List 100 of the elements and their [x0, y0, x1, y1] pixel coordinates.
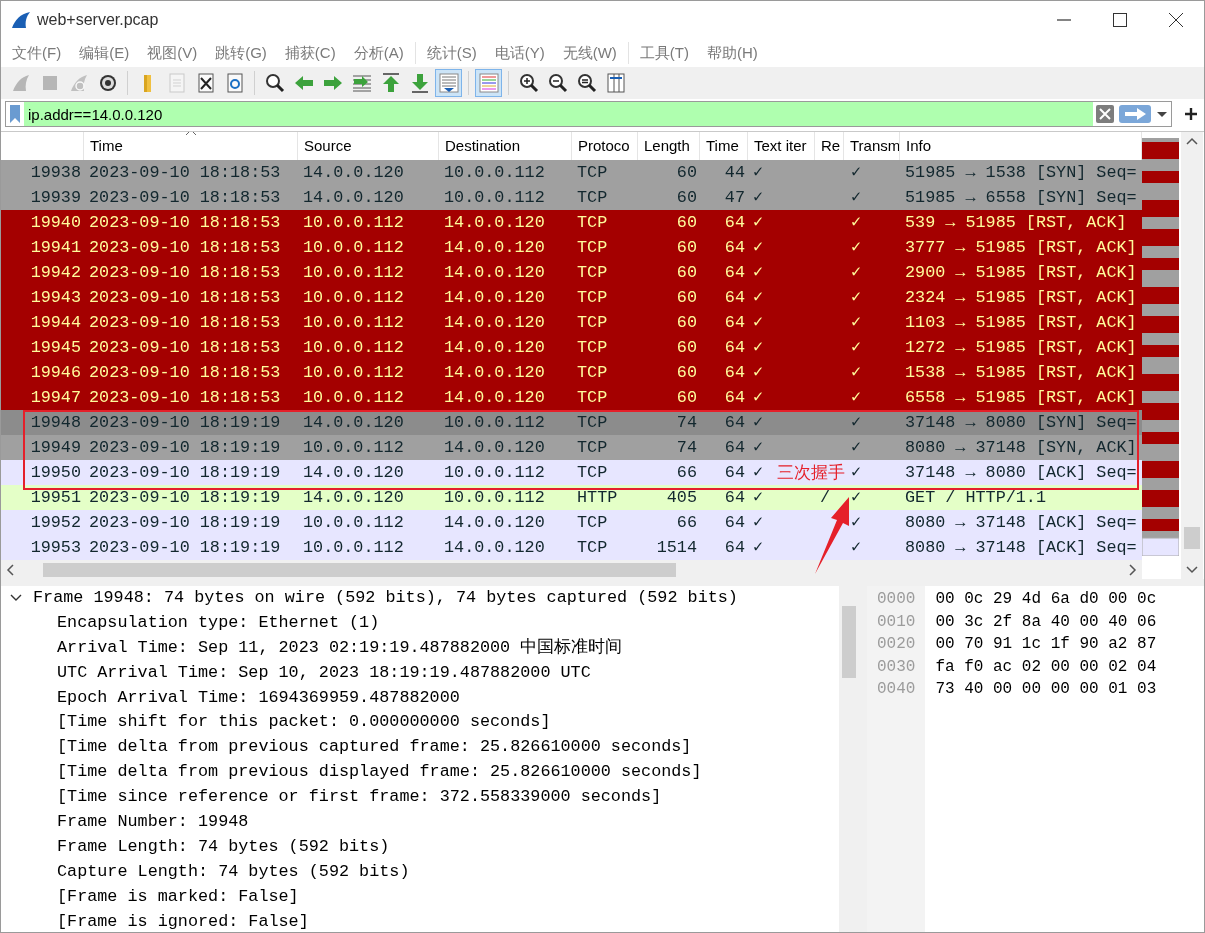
- table-cell: 44: [724, 163, 745, 182]
- menu-item[interactable]: 帮助(H): [697, 41, 767, 65]
- table-cell: 2023-09-10 18:18:53: [89, 238, 281, 257]
- table-cell: ✓: [753, 288, 764, 307]
- menu-item[interactable]: 分析(A): [344, 41, 413, 65]
- tree-item[interactable]: Epoch Arrival Time: 1694369959.487882000: [1, 685, 839, 711]
- table-cell: /: [820, 488, 831, 507]
- packet-row[interactable]: 19943 2023-09-10 18:18:53 10.0.0.112 14.0.0.120 TCP 60 64 ✓ ✓ 2324 → 51985 [RST, ACK]: [1, 285, 1142, 310]
- table-cell: 2023-09-10 18:19:19: [89, 438, 281, 457]
- menu-item[interactable]: 文件(F): [3, 41, 71, 65]
- table-cell: ✓: [851, 488, 862, 507]
- colorize-button[interactable]: [475, 69, 502, 97]
- tree-item[interactable]: Frame 19948: 74 bytes on wire (592 bits), 74 bytes captured (592 bits): [1, 586, 839, 611]
- table-cell: 2023-09-10 18:19:19: [89, 488, 281, 507]
- menu-item[interactable]: 视图(V): [138, 41, 207, 65]
- colorize-icon: [477, 72, 500, 94]
- packet-row[interactable]: 19939 2023-09-10 18:18:53 14.0.0.120 10.0.0.112 TCP 60 47 ✓ ✓ 51985 → 6558 [SYN] Seq=: [1, 185, 1142, 210]
- tree-item[interactable]: Frame Number: 19948: [1, 810, 839, 835]
- table-cell: TCP: [577, 313, 608, 332]
- table-cell: 64: [724, 313, 745, 332]
- menu-item[interactable]: 编辑(E): [70, 41, 139, 65]
- packet-row[interactable]: 19942 2023-09-10 18:18:53 10.0.0.112 14.0.0.120 TCP 60 64 ✓ ✓ 2900 → 51985 [RST, ACK]: [1, 260, 1142, 285]
- menu-item[interactable]: 统计(S): [417, 41, 486, 65]
- table-cell: TCP: [577, 513, 608, 532]
- table-cell: 14.0.0.120: [444, 313, 545, 332]
- table-cell: 19939: [30, 188, 81, 207]
- table-cell: 14.0.0.120: [444, 513, 545, 532]
- table-cell: 1272 → 51985 [RST, ACK]: [905, 338, 1137, 357]
- table-cell: 10.0.0.112: [303, 313, 404, 332]
- hex-bytes: 73 40 00 00 00 00 01 03: [935, 679, 1157, 701]
- table-cell: 60: [676, 313, 697, 332]
- table-cell: 10.0.0.112: [303, 238, 404, 257]
- window-title: web+server.pcap: [37, 10, 159, 30]
- packet-row[interactable]: 19951 2023-09-10 18:19:19 14.0.0.120 10.0.0.112 HTTP 405 64 ✓ / ✓ GET / HTTP/1.1: [1, 485, 1142, 510]
- table-cell: 14.0.0.120: [444, 213, 545, 232]
- tree-item[interactable]: [Time shift for this packet: 0.000000000 seconds]: [1, 710, 839, 736]
- table-cell: 64: [724, 338, 745, 357]
- tree-item[interactable]: Frame Length: 74 bytes (592 bits): [1, 834, 839, 860]
- packet-row[interactable]: 19947 2023-09-10 18:18:53 10.0.0.112 14.0.0.120 TCP 60 64 ✓ ✓ 6558 → 51985 [RST, ACK]: [1, 385, 1142, 410]
- hex-offset: 0020: [877, 634, 916, 656]
- table-cell: 64: [724, 238, 745, 257]
- tree-item[interactable]: Encapsulation type: Ethernet (1): [1, 610, 839, 636]
- packet-row[interactable]: 19945 2023-09-10 18:18:53 10.0.0.112 14.0.0.120 TCP 60 64 ✓ ✓ 1272 → 51985 [RST, ACK]: [1, 335, 1142, 360]
- scrollbar-thumb[interactable]: [1184, 527, 1200, 549]
- table-cell: 14.0.0.120: [303, 413, 404, 432]
- packet-row[interactable]: 19940 2023-09-10 18:18:53 10.0.0.112 14.0.0.120 TCP 60 64 ✓ ✓ 539 → 51985 [RST, ACK]: [1, 210, 1142, 235]
- tree-item[interactable]: [Time since reference or first frame: 372.558339000 seconds]: [1, 785, 839, 810]
- hex-offset: 0010: [877, 611, 916, 633]
- menu-item[interactable]: 电话(Y): [485, 41, 554, 65]
- table-cell: 60: [676, 188, 697, 207]
- table-cell: 64: [724, 213, 745, 232]
- table-cell: ✓: [851, 438, 862, 457]
- table-cell: 64: [724, 363, 745, 382]
- packet-row[interactable]: 19944 2023-09-10 18:18:53 10.0.0.112 14.0.0.120 TCP 60 64 ✓ ✓ 1103 → 51985 [RST, ACK]: [1, 310, 1142, 335]
- table-cell: 19942: [30, 263, 81, 282]
- table-cell: 64: [724, 438, 745, 457]
- menu-item[interactable]: 捕获(C): [275, 41, 345, 65]
- tree-item[interactable]: [Time delta from previous captured frame: 25.826610000 seconds]: [1, 735, 839, 761]
- tree-item[interactable]: Capture Length: 74 bytes (592 bits): [1, 859, 839, 885]
- table-cell: ✓: [851, 313, 862, 332]
- packet-row[interactable]: 19948 2023-09-10 18:19:19 14.0.0.120 10.0.0.112 TCP 74 64 ✓ ✓ 37148 → 8080 [SYN] Seq=: [1, 410, 1142, 435]
- table-cell: TCP: [577, 463, 608, 482]
- table-cell: 64: [724, 488, 745, 507]
- table-cell: TCP: [577, 338, 608, 357]
- table-cell: 47: [724, 188, 745, 207]
- tree-item[interactable]: [Frame is marked: False]: [1, 884, 839, 910]
- menu-item[interactable]: 跳转(G): [206, 41, 276, 65]
- packet-row[interactable]: 19949 2023-09-10 18:19:19 10.0.0.112 14.0.0.120 TCP 74 64 ✓ ✓ 8080 → 37148 [SYN, ACK]: [1, 435, 1142, 460]
- table-cell: 2023-09-10 18:18:53: [89, 163, 281, 182]
- table-cell: 60: [676, 288, 697, 307]
- table-cell: 14.0.0.120: [444, 288, 545, 307]
- table-cell: 10.0.0.112: [303, 438, 404, 457]
- table-cell: 10.0.0.112: [303, 288, 404, 307]
- hex-offset: 0000: [877, 589, 916, 610]
- table-cell: ✓: [753, 488, 764, 507]
- menu-item[interactable]: 无线(W): [553, 41, 626, 65]
- table-cell: 14.0.0.120: [303, 463, 404, 482]
- packet-row[interactable]: 19938 2023-09-10 18:18:53 14.0.0.120 10.0.0.112 TCP 60 44 ✓ ✓ 51985 → 1538 [SYN] Seq=: [1, 160, 1142, 185]
- tree-item[interactable]: [Time delta from previous displayed frame: 25.826610000 seconds]: [1, 760, 839, 786]
- table-cell: 14.0.0.120: [444, 338, 545, 357]
- scrollbar-thumb[interactable]: [842, 606, 856, 678]
- tree-item[interactable]: Arrival Time: Sep 11, 2023 02:19:19.487882000 中国标准时间: [1, 635, 839, 661]
- table-cell: 19952: [30, 513, 81, 532]
- table-cell: 10.0.0.112: [303, 263, 404, 282]
- table-cell: 1514: [656, 538, 697, 557]
- table-cell: ✓: [753, 238, 764, 257]
- menu-item[interactable]: 工具(T): [630, 41, 698, 65]
- table-cell: ✓: [851, 538, 862, 557]
- table-cell: ✓: [851, 388, 862, 407]
- table-cell: 51985 → 1538 [SYN] Seq=: [905, 163, 1137, 182]
- tree-item[interactable]: UTC Arrival Time: Sep 10, 2023 18:19:19.487882000 UTC: [1, 660, 839, 686]
- packet-row[interactable]: 19952 2023-09-10 18:19:19 10.0.0.112 14.0.0.120 TCP 66 64 ✓ ✓ 8080 → 37148 [ACK] Seq=: [1, 510, 1142, 535]
- packet-row[interactable]: 19941 2023-09-10 18:18:53 10.0.0.112 14.0.0.120 TCP 60 64 ✓ ✓ 3777 → 51985 [RST, ACK]: [1, 235, 1142, 260]
- tree-item[interactable]: [Frame is ignored: False]: [1, 909, 839, 932]
- autoscroll-button[interactable]: [435, 69, 462, 97]
- scrollbar-thumb[interactable]: [43, 563, 676, 577]
- table-cell: 10.0.0.112: [303, 538, 404, 557]
- table-cell: 19946: [30, 363, 81, 382]
- packet-row[interactable]: 19946 2023-09-10 18:18:53 10.0.0.112 14.0.0.120 TCP 60 64 ✓ ✓ 1538 → 51985 [RST, ACK]: [1, 360, 1142, 385]
- table-cell: TCP: [577, 413, 608, 432]
